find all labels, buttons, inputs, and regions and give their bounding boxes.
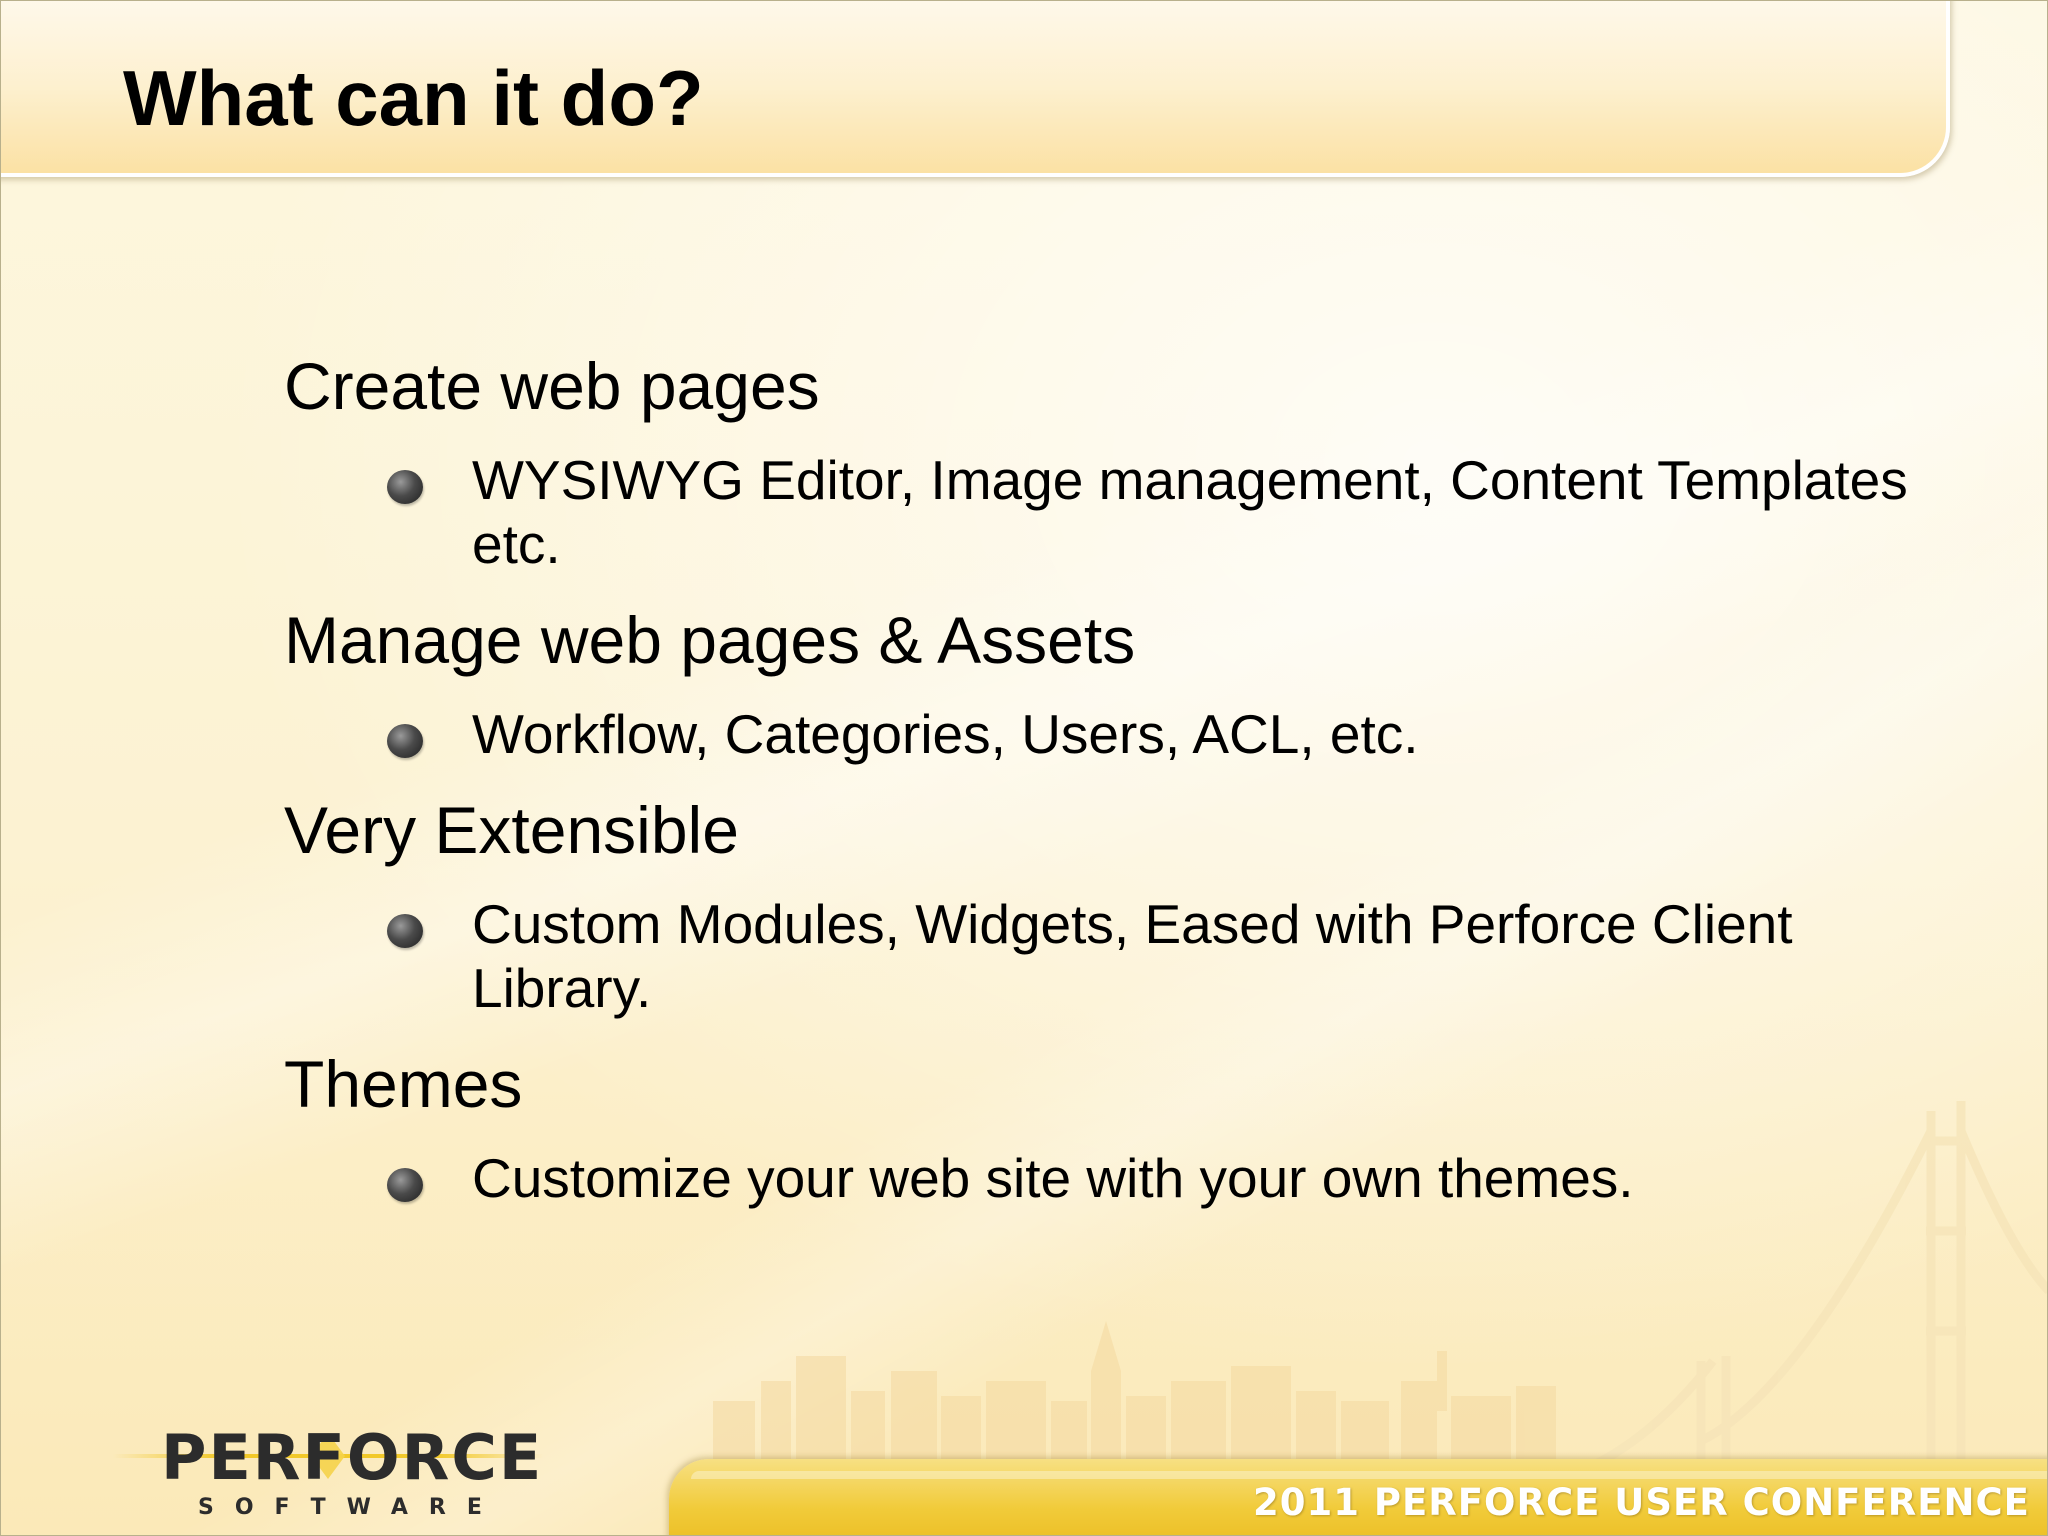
- bullet-item: Customize your web site with your own th…: [284, 1146, 1924, 1210]
- logo-wordmark: PERFORCE: [161, 1421, 544, 1494]
- bullet-item: Custom Modules, Widgets, Eased with Perf…: [284, 892, 1924, 1020]
- bullet-icon: [387, 914, 423, 948]
- bullet-text: WYSIWYG Editor, Image management, Conten…: [472, 449, 1908, 575]
- slide-content: Create web pages WYSIWYG Editor, Image m…: [284, 346, 1924, 1234]
- section-heading: Manage web pages & Assets: [284, 603, 1136, 677]
- section-heading: Very Extensible: [284, 793, 739, 867]
- slide-title: What can it do?: [123, 54, 704, 142]
- bullet-text: Customize your web site with your own th…: [472, 1147, 1634, 1209]
- section-heading: Themes: [284, 1047, 523, 1121]
- bullet-icon: [387, 470, 423, 504]
- logo-subtitle: SOFTWARE: [198, 1495, 503, 1520]
- section-heading: Create web pages: [284, 349, 820, 423]
- slide: What can it do? Create web pages WYSIWYG…: [0, 0, 2048, 1536]
- bullet-icon: [387, 1168, 423, 1202]
- conference-label: 2011 PERFORCE USER CONFERENCE: [1253, 1481, 2030, 1524]
- footer-band-highlight: [691, 1471, 2047, 1479]
- bullet-text: Workflow, Categories, Users, ACL, etc.: [472, 703, 1419, 765]
- bullet-item: WYSIWYG Editor, Image management, Conten…: [284, 448, 1924, 576]
- bullet-text: Custom Modules, Widgets, Eased with Perf…: [472, 893, 1793, 1019]
- bullet-item: Workflow, Categories, Users, ACL, etc.: [284, 702, 1924, 766]
- bullet-icon: [387, 724, 423, 758]
